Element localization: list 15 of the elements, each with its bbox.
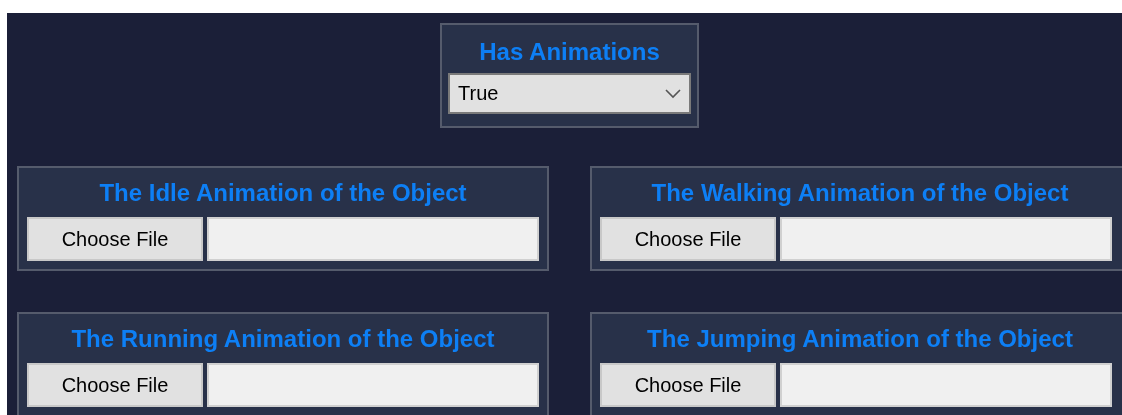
choose-file-button[interactable]: Choose File <box>27 217 203 261</box>
panel-title: The Jumping Animation of the Object <box>647 324 1073 354</box>
panel-title: The Idle Animation of the Object <box>99 178 467 208</box>
file-path-field[interactable] <box>207 217 539 261</box>
choose-file-button[interactable]: Choose File <box>600 217 776 261</box>
choose-file-button[interactable]: Choose File <box>600 363 776 407</box>
file-path-field[interactable] <box>780 363 1112 407</box>
panel-title: Has Animations <box>479 37 660 67</box>
choose-file-button[interactable]: Choose File <box>27 363 203 407</box>
panel-title: The Running Animation of the Object <box>71 324 495 354</box>
dropdown[interactable]: True <box>448 73 691 114</box>
panel-title: The Walking Animation of the Object <box>651 178 1069 208</box>
file-path-field[interactable] <box>207 363 539 407</box>
file-path-field[interactable] <box>780 217 1112 261</box>
chevron-icon <box>665 88 681 99</box>
